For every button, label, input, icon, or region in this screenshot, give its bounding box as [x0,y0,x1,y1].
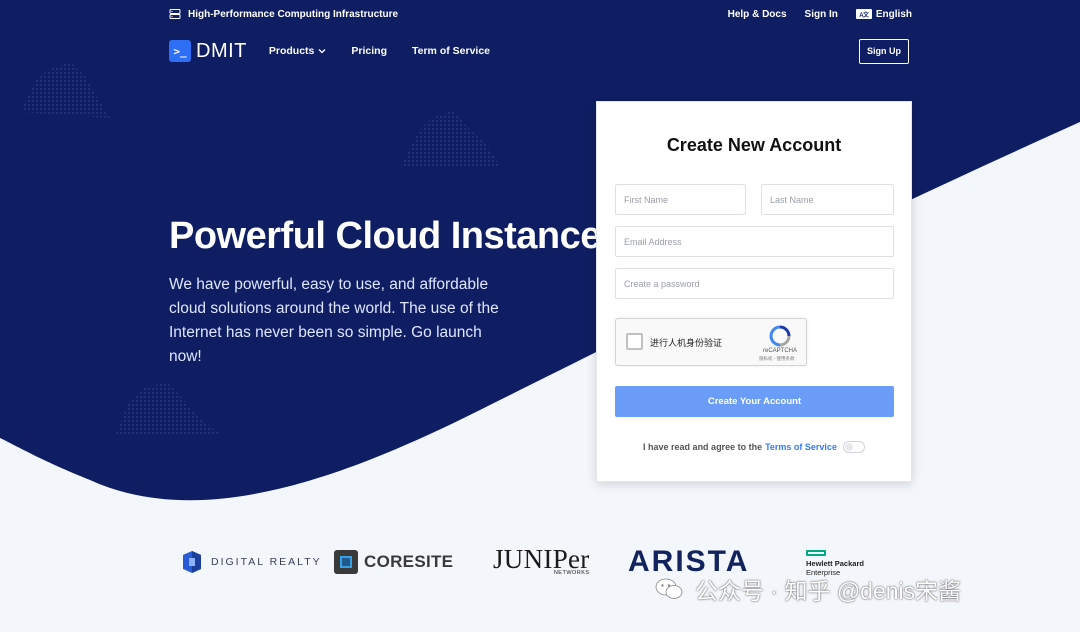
coresite-icon [334,550,358,574]
coresite-text: CORESITE [364,552,454,571]
tagline: High-Performance Computing Infrastructur… [169,8,398,20]
password-input[interactable]: Create a password [615,268,894,299]
chevron-down-icon [318,49,326,54]
password-placeholder: Create a password [624,278,700,289]
signup-title: Create New Account [666,135,842,155]
top-bar: High-Performance Computing Infrastructur… [169,6,912,22]
wechat-icon [655,578,683,599]
hero-description: We have powerful, easy to use, and affor… [169,276,499,365]
language-label: English [875,8,912,20]
last-name-input[interactable]: Last Name [761,184,894,215]
recaptcha-brand: reCAPTCHA [763,348,798,354]
tagline-text: High-Performance Computing Infrastructur… [188,8,399,20]
first-name-input[interactable]: First Name [615,184,746,215]
recaptcha-privacy-links[interactable]: 隐私权 - 使用条款 [759,356,795,362]
digital-realty-icon [183,551,201,573]
nav-terms[interactable]: Term of Service [412,45,490,57]
juniper-subtext: NETWORKS [553,570,590,576]
recaptcha-widget: 进行人机身份验证 reCAPTCHA 隐私权 - 使用条款 [615,318,807,366]
hero-background [0,0,1080,632]
email-placeholder: Email Address [624,236,682,247]
digital-realty-text: DIGITAL REALTY [211,556,322,568]
nav-products[interactable]: Products [269,45,327,57]
terminal-icon: >_ [169,40,191,62]
language-selector[interactable]: A文 English [855,8,912,20]
terms-agreement: I have read and agree to the Terms of Se… [597,441,911,453]
hero-title: Powerful Cloud Instance [169,215,601,257]
nav-pricing[interactable]: Pricing [351,45,387,57]
recaptcha-label: 进行人机身份验证 [650,338,723,348]
help-docs-link[interactable]: Help & Docs [728,9,787,20]
email-input[interactable]: Email Address [615,226,894,257]
sign-in-link[interactable]: Sign In [805,9,838,20]
juniper-text: JUNIPer [493,544,590,574]
watermark-text: 公众号 · 知乎 @denis宋酱 [695,578,962,604]
logo[interactable]: >_ DMIT [169,40,247,63]
logo-text: DMIT [196,39,247,62]
last-name-placeholder: Last Name [770,194,814,205]
agree-toggle[interactable] [842,441,865,453]
first-name-placeholder: First Name [624,194,669,205]
create-account-button[interactable]: Create Your Account [615,386,894,417]
agree-text: I have read and agree to the [643,442,763,452]
hpe-logo-icon [806,550,826,556]
terms-of-service-link[interactable]: Terms of Service [765,442,837,452]
main-nav: >_ DMIT Products Pricing Term of Service… [169,38,909,64]
signup-card: Create New Account First Name Last Name … [596,101,912,482]
server-icon [169,9,181,19]
hpe-line1: Hewlett Packard [806,559,864,568]
sign-up-button[interactable]: Sign Up [859,38,909,64]
watermark: 公众号 · 知乎 @denis宋酱 [655,572,961,606]
recaptcha-icon [769,325,791,347]
translate-icon: A文 [855,9,872,19]
recaptcha-checkbox[interactable] [626,333,643,350]
nav-products-label: Products [268,45,315,57]
partner-coresite: CORESITE [334,550,453,574]
partner-digital-realty: DIGITAL REALTY [181,550,322,574]
partner-juniper: JUNIPer NETWORKS [493,544,590,577]
